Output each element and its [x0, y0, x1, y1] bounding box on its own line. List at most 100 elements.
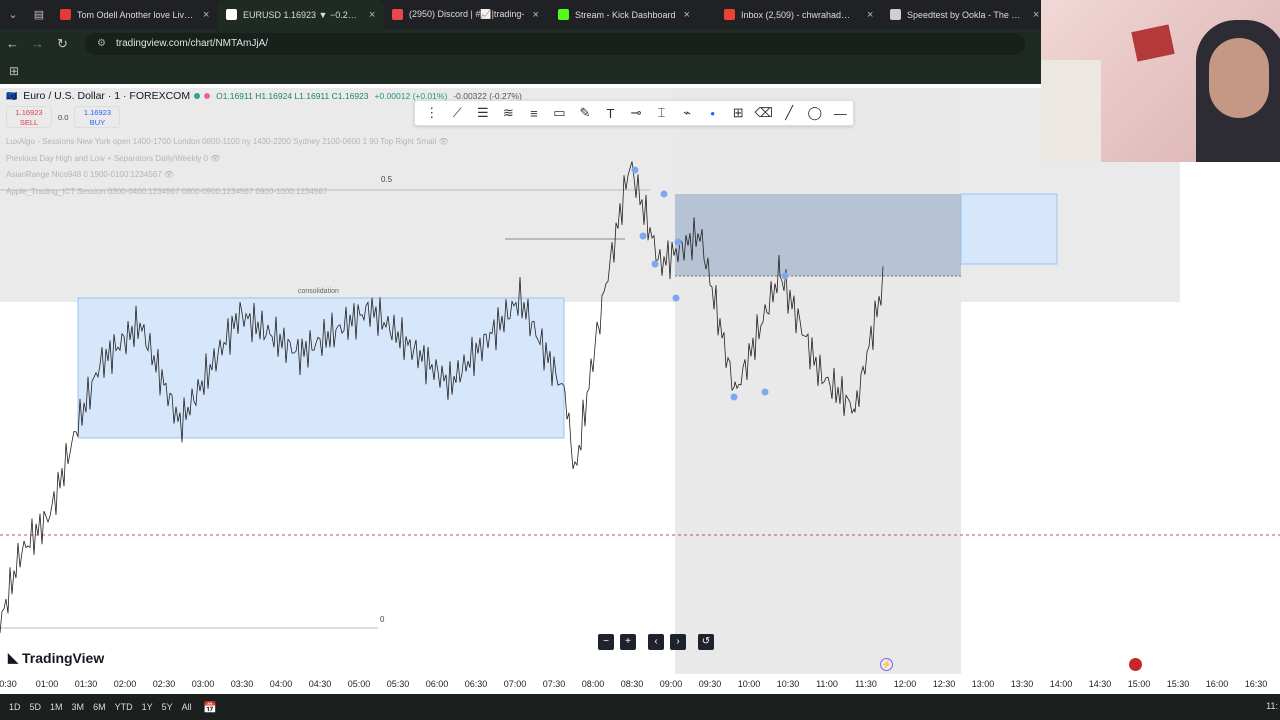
- close-tab-icon[interactable]: ×: [532, 9, 538, 21]
- tab-title: Speedtest by Ookla - The Glob: [907, 9, 1025, 20]
- close-tab-icon[interactable]: ×: [203, 9, 209, 21]
- vertical-tabs-icon[interactable]: ▤: [26, 0, 52, 29]
- close-tab-icon[interactable]: ×: [867, 9, 873, 21]
- us-event-icon[interactable]: [1129, 658, 1142, 671]
- indicator-row[interactable]: Previous Day High and Low + Separators D…: [6, 154, 220, 163]
- zoom-out-button[interactable]: −: [598, 634, 614, 650]
- time-tick-label: 14:00: [1049, 679, 1073, 689]
- browser-tab[interactable]: Stream - Kick Dashboard ×: [550, 0, 716, 29]
- indicator-row[interactable]: AsianRange Nico948 0 1900-0100:1234567 👁: [6, 170, 174, 179]
- discord-icon: [392, 9, 403, 20]
- range-button-6m[interactable]: 6M: [93, 702, 106, 712]
- eraser-icon[interactable]: ⌫: [751, 105, 777, 121]
- time-tick-label: 04:30: [308, 679, 332, 689]
- time-tick-label: 09:30: [698, 679, 722, 689]
- trendline-icon[interactable]: ⟋: [445, 105, 471, 121]
- time-tick-label: 07:30: [542, 679, 566, 689]
- eye-icon: 👁: [163, 170, 175, 179]
- time-tick-label: 03:00: [191, 679, 215, 689]
- scroll-right-button[interactable]: ›: [670, 634, 686, 650]
- time-tick-label: 02:30: [152, 679, 176, 689]
- back-icon[interactable]: ←: [0, 36, 25, 51]
- indicator-row[interactable]: Apple_Trading_ICT Session 0300-0400:1234…: [6, 187, 327, 196]
- time-tick-label: 08:00: [581, 679, 605, 689]
- time-tick-label: 12:30: [932, 679, 956, 689]
- line-icon[interactable]: ╱: [776, 105, 802, 121]
- range-button-5d[interactable]: 5D: [30, 702, 42, 712]
- close-tab-icon[interactable]: ×: [1033, 9, 1039, 21]
- time-tick-label: 06:00: [425, 679, 449, 689]
- browser-tab[interactable]: Tom Odell Another love Live at ×: [52, 0, 218, 29]
- pitchfork-icon[interactable]: ☰: [470, 105, 496, 121]
- time-tick-label: 05:30: [386, 679, 410, 689]
- range-button-all[interactable]: All: [182, 702, 192, 712]
- ellipse-icon[interactable]: ◯: [802, 105, 828, 121]
- measure-icon[interactable]: ⊸: [623, 105, 649, 121]
- clock: 11:: [1266, 701, 1278, 711]
- time-axis[interactable]: 0:30 01:00 01:30 02:00 02:30 03:00 03:30 04:00 0…: [0, 674, 1280, 694]
- fib-icon[interactable]: ≋: [496, 105, 522, 121]
- zoom-in-button[interactable]: +: [620, 634, 636, 650]
- sell-button[interactable]: 1.16923 SELL: [6, 106, 52, 128]
- browser-tab[interactable]: Inbox (2,509) - chwrahad@gma ×: [716, 0, 882, 29]
- browser-tab[interactable]: EURUSD 1.16923 ▼ −0.27% my ×: [218, 0, 384, 29]
- kick-icon: [558, 9, 569, 20]
- price-range-icon[interactable]: ⌶: [649, 105, 675, 121]
- range-button-ytd[interactable]: YTD: [115, 702, 133, 712]
- webcam-overlay: [1041, 0, 1280, 162]
- scroll-left-button[interactable]: ‹: [648, 634, 664, 650]
- fvg-box: [675, 194, 961, 276]
- drag-handle-icon[interactable]: ⋮: [419, 105, 445, 121]
- range-button-3m[interactable]: 3M: [72, 702, 85, 712]
- range-button-1y[interactable]: 1Y: [142, 702, 153, 712]
- market-open-dot: [194, 93, 201, 99]
- time-tick-label: 10:00: [737, 679, 761, 689]
- address-bar[interactable]: ⚙ tradingview.com/chart/NMTAmJjA/: [85, 32, 1025, 55]
- tab-title: Inbox (2,509) - chwrahad@gma: [741, 9, 859, 20]
- time-tick-label: 13:30: [1010, 679, 1034, 689]
- highlighter-icon[interactable]: ⌁: [674, 105, 700, 121]
- indicator-row[interactable]: LuxAlgo - Sessions New York open 1400-17…: [6, 137, 449, 146]
- time-tick-label: 11:30: [855, 679, 877, 689]
- price-chart[interactable]: [0, 84, 1280, 674]
- long-position-icon[interactable]: ⊞: [725, 105, 751, 121]
- tab-title: Tom Odell Another love Live at: [77, 9, 195, 20]
- consolidation-box: [77, 297, 565, 439]
- fvg-extension: [960, 193, 1058, 265]
- consolidation-label: consolidation: [298, 288, 339, 295]
- apps-grid-icon[interactable]: ⊞: [9, 64, 19, 78]
- text-icon[interactable]: T: [598, 106, 624, 121]
- reset-chart-button[interactable]: ↺: [698, 634, 714, 650]
- browser-tab[interactable]: Speedtest by Ookla - The Glob ×: [882, 0, 1048, 29]
- lightning-event-icon[interactable]: ⚡: [880, 658, 893, 671]
- site-info-icon[interactable]: ⚙: [97, 38, 106, 49]
- tab-search-icon[interactable]: ⌄: [0, 0, 26, 29]
- horizontal-line-icon[interactable]: —: [828, 106, 854, 121]
- time-tick-label: 15:00: [1127, 679, 1151, 689]
- range-button-1m[interactable]: 1M: [50, 702, 63, 712]
- range-button-1d[interactable]: 1D: [9, 702, 21, 712]
- buy-button[interactable]: 1.16923 BUY: [74, 106, 121, 128]
- close-tab-icon[interactable]: ×: [684, 9, 690, 21]
- calendar-icon[interactable]: 📅: [203, 701, 217, 714]
- time-tick-label: 04:00: [269, 679, 293, 689]
- tradingview-logo[interactable]: ◣ TradingView: [8, 650, 104, 666]
- browser-tab[interactable]: (2950) Discord | #📈|trading- ×: [384, 0, 550, 29]
- channel-icon[interactable]: ≡: [521, 106, 547, 121]
- time-tick-label: 09:00: [659, 679, 683, 689]
- color-dot-icon[interactable]: •: [700, 106, 726, 121]
- youtube-icon: [60, 9, 71, 20]
- time-tick-label: 11:00: [816, 679, 838, 689]
- tradingview-logo-icon: ◣: [8, 650, 18, 665]
- brush-icon[interactable]: ✎: [572, 105, 598, 121]
- chart-pane[interactable]: 🇪🇺 Euro / U.S. Dollar · 1 · FOREXCOM O1.…: [0, 84, 1280, 674]
- time-tick-label: 01:30: [74, 679, 98, 689]
- close-tab-icon[interactable]: ×: [369, 9, 375, 21]
- gmail-icon: [724, 9, 735, 20]
- forward-icon[interactable]: →: [25, 36, 50, 51]
- alert-dot: [204, 93, 211, 99]
- rectangle-icon[interactable]: ▭: [547, 105, 573, 121]
- reload-icon[interactable]: ↻: [50, 36, 75, 52]
- symbol-title[interactable]: Euro / U.S. Dollar · 1 · FOREXCOM: [23, 90, 190, 102]
- range-button-5y[interactable]: 5Y: [162, 702, 173, 712]
